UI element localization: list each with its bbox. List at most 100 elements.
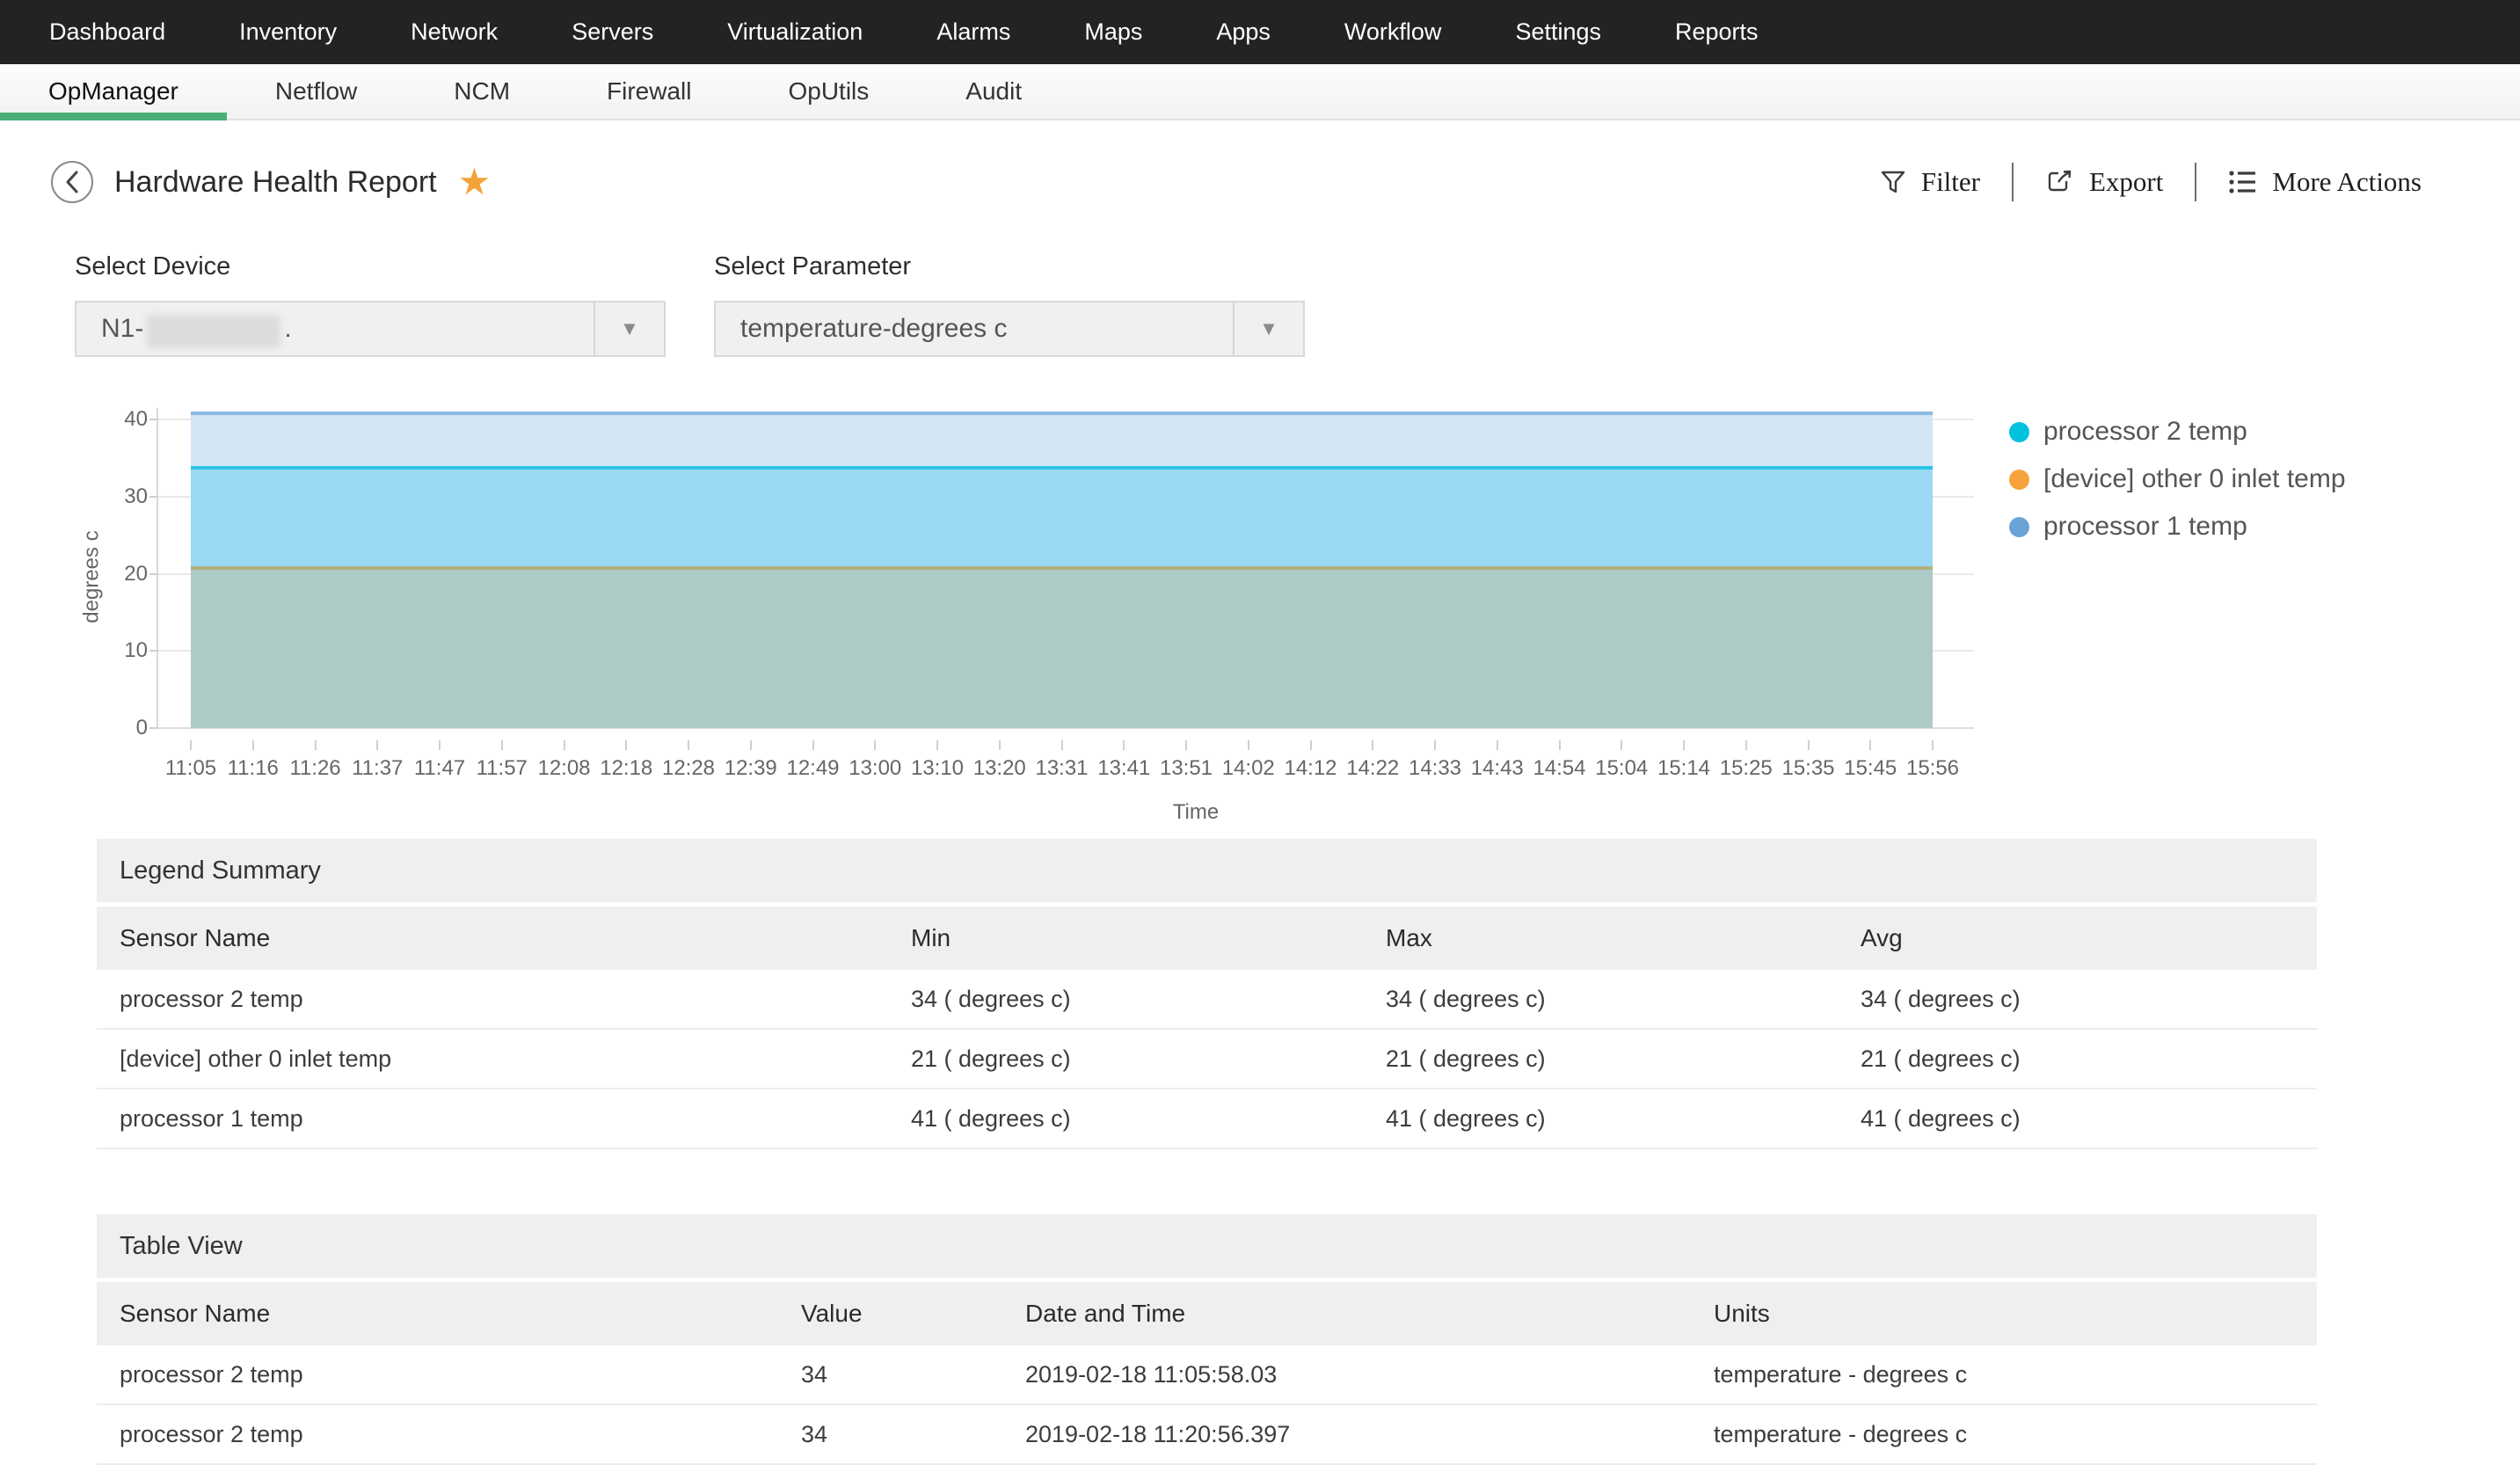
legend-summary-section: Legend Summary Sensor Name Min Max Avg proc…: [97, 839, 2317, 1149]
legend-summary-body: processor 2 temp 34 ( degrees c) 34 ( degr…: [97, 970, 2317, 1149]
legend-item-processor-2-temp[interactable]: processor 2 temp: [2009, 417, 2346, 447]
table-cell: 2019-02-18 11:20:56.397: [1025, 1420, 1291, 1447]
x-tick-mark: [1869, 740, 1872, 750]
table-cell: processor 2 temp: [120, 985, 303, 1012]
table-cell: 34 ( degrees c): [911, 985, 1071, 1012]
nav-item-workflow[interactable]: Workflow: [1307, 18, 1479, 46]
x-tick-mark: [936, 740, 938, 750]
table-cell: 34: [801, 1360, 828, 1388]
tab-netflow[interactable]: Netflow: [227, 64, 405, 119]
x-axis-title: Time: [1172, 800, 1220, 824]
table-cell: 2019-02-18 11:05:58.03: [1025, 1360, 1278, 1388]
tab-opmanager[interactable]: OpManager: [0, 64, 227, 120]
x-tick-mark: [1496, 740, 1498, 750]
action-separator: [2012, 163, 2014, 201]
legend-item-processor-1-temp[interactable]: processor 1 temp: [2009, 512, 2346, 542]
chevron-left-icon: [66, 171, 78, 193]
x-tick-label: 12:49: [786, 756, 840, 780]
table-cell: processor 1 temp: [120, 1104, 303, 1132]
table-header-cell-date-and-time: Date and Time: [1025, 1300, 1186, 1327]
nav-item-servers[interactable]: Servers: [535, 18, 690, 46]
select-parameter-label: Select Parameter: [714, 252, 912, 281]
x-tick-label: 15:25: [1719, 756, 1773, 780]
table-header-cell-value: Value: [801, 1300, 863, 1327]
x-tick-label: 14:12: [1284, 756, 1337, 780]
x-tick-label: 12:39: [724, 756, 777, 780]
y-tick-mark: [149, 727, 158, 729]
nav-item-reports[interactable]: Reports: [1638, 18, 1795, 46]
x-tick-label: 14:33: [1408, 756, 1462, 780]
device-dropdown-value: N1- .: [76, 302, 594, 355]
nav-item-alarms[interactable]: Alarms: [899, 18, 1047, 46]
table-header-cell-sensor-name: Sensor Name: [120, 1300, 271, 1327]
x-tick-mark: [1185, 740, 1187, 750]
product-tabs: OpManager Netflow NCM Firewall OpUtils Audit: [0, 64, 2520, 120]
y-tick-label: 10: [124, 638, 148, 663]
table-cell: 34: [801, 1420, 828, 1447]
x-tick-mark: [688, 740, 689, 750]
x-tick-mark: [1434, 740, 1436, 750]
chart-band-processor-2-temp: [191, 465, 1933, 566]
legend-label: processor 2 temp: [2043, 417, 2247, 446]
table-header-cell-avg: Avg: [1861, 924, 1903, 951]
table-row: processor 1 temp 41 ( degrees c) 41 ( degr…: [97, 1089, 2317, 1149]
tab-oputils[interactable]: OpUtils: [739, 64, 917, 119]
nav-item-dashboard[interactable]: Dashboard: [12, 18, 202, 46]
x-tick-mark: [500, 740, 503, 750]
table-cell: 34 ( degrees c): [1386, 985, 1546, 1012]
nav-item-virtualization[interactable]: Virtualization: [690, 18, 899, 46]
back-button[interactable]: [51, 161, 93, 203]
top-nav: Dashboard Inventory Network Servers Virtuali…: [0, 0, 2520, 64]
table-header-cell-units: Units: [1714, 1300, 1770, 1327]
favorite-star-icon[interactable]: ★: [458, 164, 492, 200]
table-cell: 41 ( degrees c): [1386, 1104, 1546, 1132]
nav-item-maps[interactable]: Maps: [1047, 18, 1179, 46]
x-tick-mark: [1932, 740, 1934, 750]
report-header: Hardware Health Report ★ Filter Export Mor…: [51, 161, 2422, 203]
table-cell: 21 ( degrees c): [1861, 1045, 2021, 1072]
table-cell: 21 ( degrees c): [911, 1045, 1071, 1072]
tab-ncm[interactable]: NCM: [405, 64, 558, 119]
table-cell: temperature - degrees c: [1714, 1420, 1968, 1447]
more-actions-button[interactable]: More Actions: [2228, 166, 2422, 198]
table-view-section: Table View Sensor Name Value Date and Time…: [97, 1214, 2317, 1465]
nav-item-apps[interactable]: Apps: [1179, 18, 1307, 46]
table-view-header-row: Sensor Name Value Date and Time Units: [97, 1282, 2317, 1345]
x-tick-label: 11:57: [476, 756, 528, 780]
x-tick-mark: [1060, 740, 1063, 750]
action-separator: [2195, 163, 2197, 201]
device-dropdown[interactable]: N1- . ▼: [75, 301, 666, 357]
x-tick-label: 13:20: [972, 756, 1026, 780]
export-button[interactable]: Export: [2045, 166, 2163, 198]
nav-item-inventory[interactable]: Inventory: [202, 18, 374, 46]
table-cell: [device] other 0 inlet temp: [120, 1045, 392, 1072]
legend-label: [device] other 0 inlet temp: [2043, 464, 2346, 493]
x-tick-label: 14:54: [1533, 756, 1586, 780]
tab-firewall[interactable]: Firewall: [558, 64, 739, 119]
x-tick-mark: [1247, 740, 1249, 750]
table-row: [device] other 0 inlet temp 21 ( degrees …: [97, 1030, 2317, 1089]
nav-item-settings[interactable]: Settings: [1478, 18, 1638, 46]
x-tick-mark: [812, 740, 814, 750]
x-tick-label: 11:05: [164, 756, 217, 780]
x-tick-label: 12:08: [537, 756, 591, 780]
x-tick-mark: [1558, 740, 1561, 750]
chart-legend: processor 2 temp [device] other 0 inlet t…: [2009, 417, 2346, 542]
x-tick-mark: [749, 740, 752, 750]
x-tick-label: 15:35: [1781, 756, 1835, 780]
table-header-cell-min: Min: [911, 924, 951, 951]
export-icon: [2045, 167, 2075, 197]
x-tick-mark: [1621, 740, 1623, 750]
x-tick-label: 11:47: [413, 756, 466, 780]
legend-item-device-other-0-inlet-temp[interactable]: [device] other 0 inlet temp: [2009, 464, 2346, 494]
tab-audit[interactable]: Audit: [917, 64, 1070, 119]
parameter-dropdown[interactable]: temperature-degrees c ▼: [714, 301, 1305, 357]
temperature-area-chart: degrees c 0 10 20 30 40 11:05 11:16 11:26 11:37 1…: [0, 397, 2520, 824]
nav-item-network[interactable]: Network: [374, 18, 535, 46]
filter-button[interactable]: Filter: [1879, 166, 1980, 198]
select-device-label: Select Device: [75, 252, 231, 281]
x-tick-mark: [439, 740, 441, 750]
action-label: Filter: [1920, 166, 1980, 197]
filter-row: Select Device N1- . ▼ Select Parameter t…: [75, 252, 2520, 357]
action-label: Export: [2089, 166, 2164, 197]
